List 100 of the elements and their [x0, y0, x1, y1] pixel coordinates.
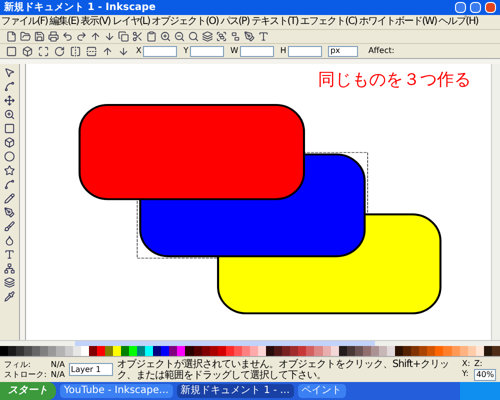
tool-button[interactable]	[2, 276, 16, 289]
toolbar-icon	[22, 46, 32, 56]
tool-icon	[4, 207, 15, 218]
color-swatch[interactable]	[169, 346, 178, 356]
tool-button[interactable]	[2, 220, 16, 233]
number-field[interactable]	[288, 46, 322, 56]
zoom-field[interactable]: 40%	[474, 368, 496, 380]
tool-button[interactable]	[2, 164, 16, 177]
toolbar-icon-button[interactable]	[214, 30, 228, 43]
color-swatch[interactable]	[48, 346, 56, 356]
toolbar-icon-button[interactable]	[172, 30, 186, 43]
tool-button[interactable]	[2, 108, 16, 121]
close-button[interactable]	[485, 2, 496, 13]
tool-button[interactable]	[2, 178, 16, 191]
color-swatch[interactable]	[129, 346, 138, 356]
number-field[interactable]	[143, 46, 178, 56]
color-swatch[interactable]	[282, 346, 290, 356]
toolbar-icon-button[interactable]	[52, 44, 66, 58]
start-button[interactable]: スタート	[0, 382, 56, 400]
color-swatch[interactable]	[427, 346, 436, 356]
toolbar-icon-button[interactable]	[32, 30, 46, 43]
tool-button[interactable]	[2, 94, 16, 107]
color-swatch[interactable]	[435, 346, 444, 356]
tool-button[interactable]	[2, 262, 16, 275]
color-swatch[interactable]	[8, 346, 16, 356]
color-swatch[interactable]	[40, 346, 48, 356]
color-swatch[interactable]	[0, 346, 8, 356]
tool-button[interactable]	[2, 122, 16, 135]
color-swatch[interactable]	[403, 346, 412, 356]
color-swatch[interactable]	[306, 346, 314, 356]
tool-button[interactable]	[2, 206, 16, 219]
vertical-scrollbar[interactable]	[491, 64, 500, 340]
menu-item[interactable]: エフェクト(C)	[299, 17, 358, 27]
tool-button[interactable]	[2, 80, 16, 93]
menu-item[interactable]: ヘルプ(H)	[438, 17, 479, 27]
toolbar-icon-button[interactable]	[4, 44, 18, 58]
color-swatch[interactable]	[314, 346, 322, 356]
menu-item[interactable]: パス(P)	[219, 17, 250, 27]
color-swatch[interactable]	[161, 346, 170, 356]
color-swatch[interactable]	[137, 346, 146, 356]
menu-item[interactable]: ホワイトボード(W)	[358, 17, 438, 27]
minimize-button[interactable]	[455, 2, 466, 13]
toolbar-icon-button[interactable]	[68, 44, 82, 58]
color-swatch[interactable]	[411, 346, 420, 356]
toolbar-icon-button[interactable]	[200, 30, 214, 43]
system-tray	[460, 382, 500, 400]
toolbar-icon	[258, 31, 268, 42]
number-field[interactable]	[190, 46, 224, 56]
menu-item[interactable]: ファイル(F)	[0, 17, 49, 27]
toolbar-icon-button[interactable]	[158, 30, 172, 43]
toolbar-icon-button[interactable]	[130, 30, 144, 43]
color-swatch[interactable]	[387, 346, 396, 356]
color-swatch[interactable]	[32, 346, 40, 356]
maximize-button[interactable]	[470, 2, 481, 13]
color-swatch[interactable]	[419, 346, 428, 356]
color-swatch[interactable]	[395, 346, 404, 356]
menu-item[interactable]: オブジェクト(O)	[150, 17, 220, 27]
menu-item[interactable]: レイヤ(L)	[111, 17, 151, 27]
color-swatch[interactable]	[185, 346, 194, 356]
horizontal-scrollbar[interactable]	[0, 340, 500, 346]
color-swatch[interactable]	[258, 346, 266, 356]
toolbar-icon-button[interactable]	[18, 30, 32, 43]
toolbar-icon	[104, 31, 114, 42]
tool-button[interactable]	[2, 66, 16, 79]
tool-button[interactable]	[2, 290, 16, 303]
tool-button[interactable]	[2, 248, 16, 261]
color-swatch[interactable]	[177, 346, 186, 356]
color-swatch[interactable]	[274, 346, 282, 356]
toolbar-icon-button[interactable]	[36, 44, 50, 58]
menu-item[interactable]: 編集(E)	[48, 17, 80, 27]
color-swatch[interactable]	[16, 346, 24, 356]
tool-button[interactable]	[2, 150, 16, 163]
tool-button[interactable]	[2, 192, 16, 205]
color-swatch[interactable]	[24, 346, 32, 356]
toolbar-icon-button[interactable]	[46, 30, 60, 43]
taskbar-button[interactable]: 新規ドキュメント 1 - ...	[176, 384, 294, 398]
layer-dropdown[interactable]: Layer 1	[68, 363, 113, 376]
color-swatch[interactable]	[443, 346, 452, 356]
color-swatch[interactable]	[153, 346, 162, 356]
toolbar-icon	[202, 31, 212, 42]
menu-item[interactable]: 表示(V)	[80, 17, 112, 27]
toolbar-icon	[216, 31, 226, 42]
color-swatch[interactable]	[56, 346, 64, 356]
toolbar-icon-button[interactable]	[116, 30, 130, 43]
color-swatch[interactable]	[266, 346, 274, 356]
toolbar-icon-button[interactable]	[20, 44, 34, 58]
taskbar-button[interactable]: YouTube - Inkscape...	[60, 384, 173, 398]
toolbar-icon-button[interactable]	[242, 30, 256, 43]
unit-dropdown[interactable]: px	[328, 46, 358, 56]
toolbar-icon-button[interactable]	[186, 30, 200, 43]
tool-icon	[4, 123, 15, 134]
color-swatch[interactable]	[298, 346, 306, 356]
menu-item[interactable]: テキスト(T)	[250, 17, 300, 27]
tool-icon	[4, 67, 15, 78]
taskbar-button[interactable]: ペイント	[298, 384, 346, 398]
tool-button[interactable]	[2, 136, 16, 149]
color-swatch[interactable]	[145, 346, 154, 356]
color-swatch[interactable]	[290, 346, 298, 356]
number-field[interactable]	[240, 46, 274, 56]
toolbar-icon-button[interactable]	[84, 44, 98, 58]
